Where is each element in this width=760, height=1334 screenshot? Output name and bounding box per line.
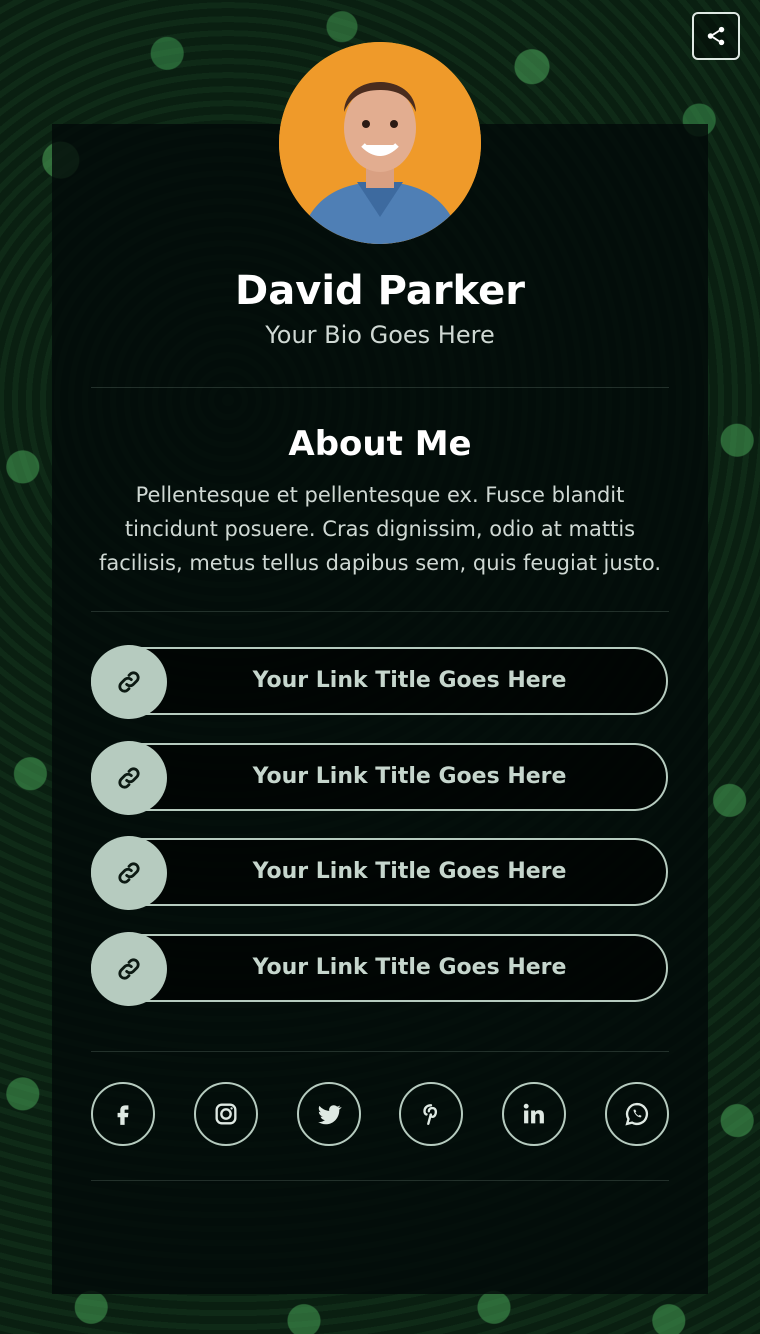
- profile-name: David Parker: [235, 268, 525, 314]
- link-button[interactable]: Your Link Title Goes Here: [91, 836, 668, 910]
- divider: [91, 1180, 669, 1181]
- link-button[interactable]: Your Link Title Goes Here: [91, 645, 668, 719]
- twitter-icon[interactable]: [296, 1082, 361, 1146]
- link-button[interactable]: Your Link Title Goes Here: [91, 741, 668, 815]
- about-text: Pellentesque et pellentesque ex. Fusce b…: [98, 483, 662, 575]
- divider: [91, 387, 669, 388]
- share-icon: [707, 26, 725, 46]
- linkedin-icon[interactable]: [502, 1082, 567, 1146]
- link-label: Your Link Title Goes Here: [252, 668, 567, 693]
- link-label: Your Link Title Goes Here: [252, 955, 567, 980]
- pinterest-icon[interactable]: [399, 1082, 464, 1146]
- divider: [91, 611, 669, 612]
- profile-bio: Your Bio Goes Here: [265, 321, 495, 349]
- facebook-icon[interactable]: [91, 1082, 155, 1146]
- link-label: Your Link Title Goes Here: [252, 859, 567, 884]
- avatar: [279, 42, 481, 244]
- instagram-icon[interactable]: [193, 1082, 258, 1146]
- share-button[interactable]: [692, 12, 740, 60]
- social-icons: [91, 1082, 669, 1150]
- link-button[interactable]: Your Link Title Goes Here: [91, 932, 668, 1006]
- whatsapp-icon[interactable]: [604, 1082, 669, 1146]
- divider: [91, 1051, 669, 1052]
- link-label: Your Link Title Goes Here: [252, 764, 567, 789]
- about-title: About Me: [288, 424, 472, 464]
